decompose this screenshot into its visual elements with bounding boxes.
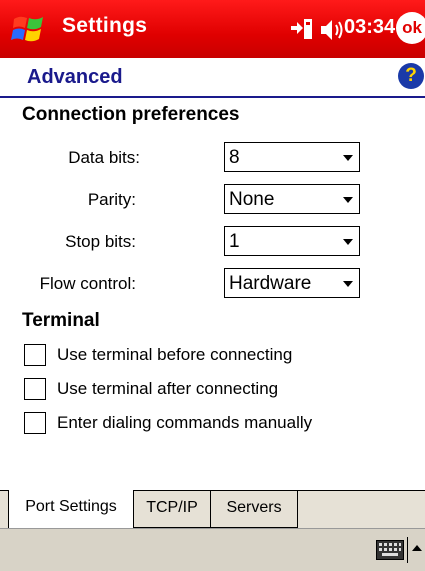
parity-value: None <box>229 189 275 210</box>
stop-bits-select[interactable]: 1 <box>224 226 360 256</box>
flow-control-label: Flow control: <box>39 274 136 293</box>
data-bits-label: Data bits: <box>68 148 140 167</box>
use-terminal-after-label[interactable]: Use terminal after connecting <box>57 379 278 399</box>
chevron-down-icon <box>343 239 353 245</box>
tab-bar: Port Settings TCP/IP Servers <box>0 490 425 529</box>
app-title: Settings <box>62 14 148 37</box>
keyboard-icon[interactable] <box>376 540 404 560</box>
tab-port-settings-label[interactable]: Port Settings <box>9 498 133 516</box>
manual-dialing-checkbox[interactable] <box>24 412 46 434</box>
tab-port-settings[interactable]: Port Settings <box>8 490 134 529</box>
chevron-down-icon <box>343 281 353 287</box>
clock[interactable]: 03:34 <box>344 16 395 39</box>
help-icon[interactable]: ? <box>398 63 424 89</box>
stop-bits-label: Stop bits: <box>65 232 136 251</box>
title-bar: Settings 03:34 ok <box>0 0 425 58</box>
data-bits-select[interactable]: 8 <box>224 142 360 172</box>
parity-label: Parity: <box>87 190 136 209</box>
tab-servers[interactable]: Servers <box>210 490 298 528</box>
tab-tcp-ip[interactable]: TCP/IP <box>133 490 211 528</box>
up-arrow-icon[interactable] <box>412 545 422 551</box>
tab-servers-label[interactable]: Servers <box>211 499 297 517</box>
stop-bits-value: 1 <box>229 231 240 252</box>
use-terminal-after-checkbox[interactable] <box>24 378 46 400</box>
flow-control-value: Hardware <box>229 273 312 294</box>
connection-preferences-heading: Connection preferences <box>22 104 240 125</box>
ok-button[interactable]: ok <box>396 12 425 44</box>
menu-bar <box>0 528 425 571</box>
page-title: Advanced <box>27 66 123 88</box>
connectivity-icon[interactable] <box>287 14 317 44</box>
page-header: Advanced ? <box>0 58 425 98</box>
use-terminal-before-label[interactable]: Use terminal before connecting <box>57 345 292 365</box>
chevron-down-icon <box>343 155 353 161</box>
windows-flag-icon[interactable] <box>10 10 48 48</box>
tab-tcp-ip-label[interactable]: TCP/IP <box>134 499 210 517</box>
use-terminal-before-checkbox[interactable] <box>24 344 46 366</box>
divider <box>407 537 408 563</box>
chevron-down-icon <box>343 197 353 203</box>
flow-control-select[interactable]: Hardware <box>224 268 360 298</box>
manual-dialing-label[interactable]: Enter dialing commands manually <box>57 413 312 433</box>
terminal-heading: Terminal <box>22 310 100 331</box>
data-bits-value: 8 <box>229 147 240 168</box>
parity-select[interactable]: None <box>224 184 360 214</box>
